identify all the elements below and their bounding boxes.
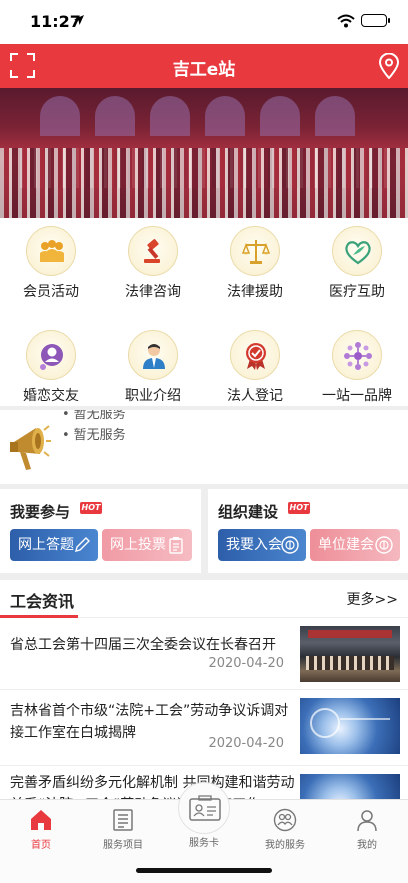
organize-panel: 组织建设 HOT 我要入会 单位建会 <box>208 489 408 573</box>
grid-item-legal-aid[interactable]: 法律援助 <box>204 218 306 312</box>
join-union-label: 我要入会 <box>226 537 282 553</box>
join-union-button[interactable]: 我要入会 <box>218 529 306 561</box>
pencil-icon <box>75 537 90 552</box>
medical-heart-icon <box>332 226 382 276</box>
banner-image[interactable] <box>0 88 408 218</box>
tab-projects-label: 服务项目 <box>103 840 143 851</box>
news-item-date: 2020-04-20 <box>208 656 284 671</box>
notice-panel: 暂无服务 暂无服务 <box>0 410 408 484</box>
grid-label: 法律援助 <box>227 284 283 300</box>
build-union-label: 单位建会 <box>318 537 374 553</box>
tab-my-services[interactable]: 我的服务 <box>244 808 326 854</box>
hot-badge: HOT <box>288 502 310 514</box>
grid-label: 会员活动 <box>23 284 79 300</box>
service-card-button[interactable] <box>178 782 230 834</box>
tab-projects[interactable]: 服务项目 <box>82 808 164 854</box>
tab-home[interactable]: 首页 <box>0 808 82 854</box>
news-item[interactable]: 省总工会第十四届三次全委会议在长春召开 2020-04-20 <box>0 618 408 690</box>
online-quiz-label: 网上答题 <box>18 537 74 553</box>
news-title: 工会资讯 <box>10 592 75 611</box>
status-bar: 11:27 <box>0 0 408 44</box>
grid-item-dating[interactable]: 婚恋交友 <box>0 322 102 416</box>
grid-item-brand[interactable]: 一站一品牌 <box>306 322 408 416</box>
online-quiz-button[interactable]: 网上答题 <box>10 529 98 561</box>
dating-icon <box>26 330 76 380</box>
union-emblem-icon <box>281 536 299 554</box>
participate-panel: 我要参与 HOT 网上答题 网上投票 <box>0 489 201 573</box>
grid-item-legal-person[interactable]: 法人登记 <box>204 322 306 416</box>
tab-mine-label: 我的 <box>357 840 377 851</box>
grid-label: 法律咨询 <box>125 284 181 300</box>
hot-badge: HOT <box>80 502 102 514</box>
news-item[interactable]: 吉林省首个市级“法院+工会”劳动争议诉调对接工作室在白城揭牌 2020-04-2… <box>0 690 408 766</box>
location-pin-icon[interactable] <box>378 53 400 79</box>
grid-item-job-intro[interactable]: 职业介绍 <box>102 322 204 416</box>
user-icon <box>357 810 377 832</box>
brand-network-icon <box>332 330 382 380</box>
grid-label: 职业介绍 <box>125 388 181 404</box>
news-thumbnail <box>300 698 400 754</box>
home-icon <box>31 810 51 830</box>
megaphone-icon <box>10 425 51 470</box>
online-vote-button[interactable]: 网上投票 <box>102 529 192 561</box>
location-arrow-icon <box>74 15 84 25</box>
grid-label: 一站一品牌 <box>322 388 392 404</box>
news-more-link[interactable]: 更多>> <box>347 589 398 609</box>
scales-icon <box>230 226 280 276</box>
tab-card-label: 服务卡 <box>189 838 219 849</box>
grid-item-legal-consult[interactable]: 法律咨询 <box>102 218 204 312</box>
people-icon <box>273 808 297 832</box>
news-header: 工会资讯 更多>> <box>0 580 408 618</box>
grid-item-member-activity[interactable]: 会员活动 <box>0 218 102 312</box>
tab-mine[interactable]: 我的 <box>326 808 408 854</box>
union-emblem-icon <box>375 536 393 554</box>
members-group-icon <box>26 226 76 276</box>
wifi-icon <box>337 14 355 28</box>
participate-title: 我要参与 <box>10 503 71 521</box>
grid-label: 婚恋交友 <box>23 388 79 404</box>
clipboard-icon <box>169 537 183 554</box>
divider <box>0 573 408 580</box>
organize-title: 组织建设 <box>218 503 279 521</box>
grid-label: 医疗互助 <box>329 284 385 300</box>
gavel-icon <box>128 226 178 276</box>
list-icon <box>113 809 133 831</box>
notice-item: 暂无服务 <box>62 410 126 422</box>
news-item-date: 2020-04-20 <box>208 736 284 751</box>
seal-badge-icon <box>230 330 280 380</box>
notice-item: 暂无服务 <box>62 424 126 443</box>
grid-item-medical-aid[interactable]: 医疗互助 <box>306 218 408 312</box>
page-title: 吉工e站 <box>172 60 236 80</box>
news-item-title: 省总工会第十四届三次全委会议在长春召开 <box>10 637 276 653</box>
tab-my-services-label: 我的服务 <box>265 840 305 851</box>
online-vote-label: 网上投票 <box>110 537 166 553</box>
build-union-button[interactable]: 单位建会 <box>310 529 400 561</box>
id-card-icon <box>189 795 221 821</box>
app-header: 吉工e站 <box>0 44 408 88</box>
tab-home-label: 首页 <box>31 840 51 851</box>
divider <box>201 489 208 573</box>
battery-icon <box>361 14 390 27</box>
home-indicator <box>136 868 272 873</box>
news-thumbnail <box>300 626 400 682</box>
grid-label: 法人登记 <box>227 388 283 404</box>
job-person-icon <box>128 330 178 380</box>
service-grid: 会员活动 法律咨询 法律援助 医疗互助 婚恋交友 职业介绍 法人登记 一站一品牌 <box>0 218 408 406</box>
